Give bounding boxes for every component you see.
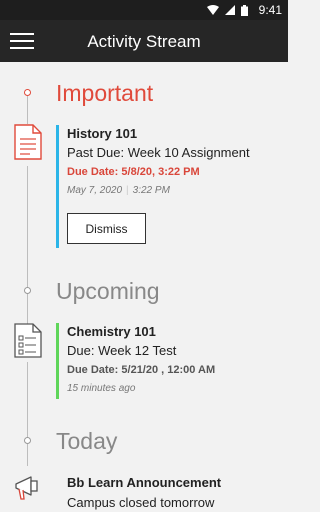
section-title-upcoming: Upcoming: [56, 278, 160, 304]
battery-icon: [241, 4, 248, 16]
upcoming-item-card[interactable]: Chemistry 101 Due: Week 12 Test Due Date…: [56, 323, 276, 399]
due-date: Due Date: 5/21/20 , 12:00 AM: [67, 364, 216, 376]
app-bar: Activity Stream: [0, 20, 288, 62]
announcement-body: Campus closed tomorrow: [67, 495, 215, 510]
timeline-node-important: [24, 89, 31, 96]
status-time: 9:41: [258, 3, 282, 17]
item-timestamp: May 7, 2020 | 3:22 PM: [67, 185, 276, 196]
timeline-node-upcoming: [24, 287, 31, 294]
course-name: Chemistry 101: [67, 324, 156, 339]
wifi-icon: [207, 5, 219, 15]
relative-timestamp: 15 minutes ago: [67, 383, 136, 394]
section-title-today: Today: [56, 428, 118, 454]
document-icon: [14, 124, 42, 160]
status-bar: 9:41: [0, 0, 288, 20]
section-title-important: Important: [56, 80, 154, 106]
timeline-line: [27, 444, 28, 466]
timeline-line: [27, 296, 28, 324]
timeline-node-today: [24, 437, 31, 444]
item-time: 3:22 PM: [132, 185, 170, 196]
megaphone-icon: [15, 476, 38, 500]
timestamp-separator: |: [126, 185, 129, 196]
timeline-line: [27, 96, 28, 124]
dismiss-button[interactable]: Dismiss: [67, 213, 146, 244]
due-date: Due Date: 5/8/20, 3:22 PM: [67, 166, 200, 178]
page-title: Activity Stream: [87, 32, 201, 51]
announcement-title: Bb Learn Announcement: [67, 475, 222, 490]
activity-stream[interactable]: Important History 101 Past Due: Week 10 …: [0, 62, 288, 512]
card-accent-bar: [56, 323, 59, 399]
item-date: May 7, 2020: [67, 185, 123, 196]
item-title: Past Due: Week 10 Assignment: [67, 145, 250, 160]
status-icons: [207, 4, 248, 16]
timeline-line: [27, 362, 28, 442]
item-title: Due: Week 12 Test: [67, 343, 177, 358]
course-name: History 101: [67, 126, 138, 141]
signal-icon: [225, 5, 235, 15]
announcement-item[interactable]: Bb Learn Announcement Campus closed tomo…: [67, 475, 221, 510]
card-accent-bar: [56, 125, 59, 248]
test-document-icon: [14, 323, 42, 358]
